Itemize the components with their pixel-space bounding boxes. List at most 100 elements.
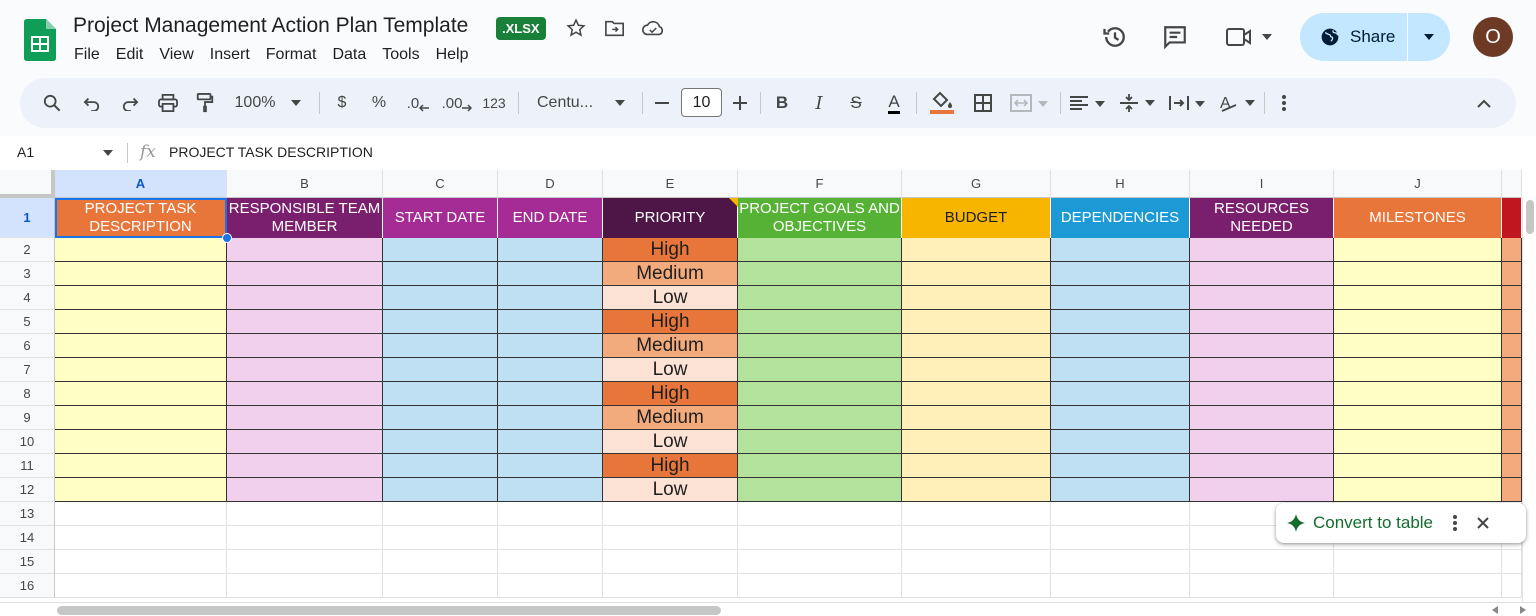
column-header[interactable]: J	[1334, 170, 1502, 198]
table-cell[interactable]	[55, 550, 227, 574]
table-cell[interactable]	[55, 310, 227, 334]
table-cell[interactable]	[1502, 382, 1522, 406]
priority-cell[interactable]: High	[603, 382, 738, 406]
column-header[interactable]: D	[498, 170, 603, 198]
table-cell[interactable]	[603, 550, 738, 574]
column-title-cell[interactable]: PROJECT GOALS AND OBJECTIVES	[738, 198, 902, 238]
table-cell[interactable]	[1190, 430, 1334, 454]
menu-edit[interactable]: Edit	[108, 44, 152, 66]
table-cell[interactable]	[738, 406, 902, 430]
table-cell[interactable]	[1051, 478, 1190, 502]
name-box[interactable]: A1	[17, 144, 34, 160]
select-all-corner[interactable]	[0, 170, 55, 198]
table-cell[interactable]	[1334, 334, 1502, 358]
priority-cell[interactable]: Medium	[603, 334, 738, 358]
table-cell[interactable]	[1334, 238, 1502, 262]
table-cell[interactable]	[55, 262, 227, 286]
text-rotation-icon[interactable]: A	[1216, 78, 1260, 128]
column-title-cell[interactable]: BUDGET	[902, 198, 1051, 238]
paint-format-icon[interactable]	[191, 78, 219, 128]
table-cell[interactable]	[383, 286, 498, 310]
table-cell[interactable]	[1051, 358, 1190, 382]
row-header[interactable]: 1	[0, 198, 55, 238]
table-cell[interactable]	[902, 382, 1051, 406]
priority-cell[interactable]: Medium	[603, 262, 738, 286]
table-cell[interactable]	[55, 382, 227, 406]
table-cell[interactable]	[1334, 574, 1502, 598]
table-cell[interactable]	[383, 382, 498, 406]
column-header[interactable]: A	[55, 170, 227, 198]
table-cell[interactable]	[902, 478, 1051, 502]
search-menus-icon[interactable]	[38, 78, 66, 128]
table-cell[interactable]	[1051, 310, 1190, 334]
row-header[interactable]: 10	[0, 430, 55, 454]
comments-icon[interactable]	[1160, 22, 1190, 52]
borders-icon[interactable]	[970, 78, 996, 128]
table-cell[interactable]	[1051, 550, 1190, 574]
column-header[interactable]: F	[738, 170, 902, 198]
meet-video-icon[interactable]	[1224, 22, 1254, 52]
column-title-cell[interactable]: MILESTONES	[1334, 198, 1502, 238]
priority-cell[interactable]: Low	[603, 286, 738, 310]
table-cell[interactable]	[383, 502, 498, 526]
table-cell[interactable]	[1334, 550, 1502, 574]
column-title-cell[interactable]: PRIORITY	[603, 198, 738, 238]
table-cell[interactable]	[383, 430, 498, 454]
move-folder-icon[interactable]	[602, 15, 628, 41]
table-cell[interactable]	[227, 262, 383, 286]
table-cell[interactable]	[1190, 238, 1334, 262]
table-cell[interactable]	[498, 358, 603, 382]
name-box-dropdown-icon[interactable]	[103, 150, 113, 156]
column-header[interactable]	[1502, 170, 1522, 198]
horizontal-scrollbar[interactable]	[0, 602, 1536, 616]
cloud-saved-icon[interactable]	[640, 15, 666, 41]
table-cell[interactable]	[498, 334, 603, 358]
redo-icon[interactable]	[116, 78, 144, 128]
table-cell[interactable]	[1502, 262, 1522, 286]
table-cell[interactable]	[1502, 238, 1522, 262]
table-cell[interactable]	[227, 454, 383, 478]
formula-input[interactable]: PROJECT TASK DESCRIPTION	[169, 144, 373, 160]
row-header[interactable]: 12	[0, 478, 55, 502]
priority-cell[interactable]: High	[603, 310, 738, 334]
horizontal-align-icon[interactable]	[1066, 78, 1110, 128]
table-cell[interactable]	[902, 454, 1051, 478]
table-cell[interactable]	[1190, 478, 1334, 502]
priority-cell[interactable]: Low	[603, 478, 738, 502]
row-header[interactable]: 15	[0, 550, 55, 574]
table-cell[interactable]	[1502, 358, 1522, 382]
table-cell[interactable]	[1190, 550, 1334, 574]
table-cell[interactable]	[498, 478, 603, 502]
table-cell[interactable]	[227, 238, 383, 262]
table-cell[interactable]	[498, 526, 603, 550]
menu-insert[interactable]: Insert	[202, 44, 258, 66]
row-header[interactable]: 16	[0, 574, 55, 598]
priority-cell[interactable]: Low	[603, 430, 738, 454]
table-cell[interactable]	[603, 526, 738, 550]
font-family-select[interactable]: Centu...	[532, 78, 598, 128]
table-cell[interactable]	[498, 262, 603, 286]
table-cell[interactable]	[1051, 262, 1190, 286]
table-cell[interactable]	[498, 454, 603, 478]
table-cell[interactable]	[1502, 574, 1522, 598]
table-cell[interactable]	[1051, 574, 1190, 598]
share-main[interactable]: Share	[1300, 13, 1408, 61]
column-header[interactable]: I	[1190, 170, 1334, 198]
share-button[interactable]: Share	[1300, 13, 1450, 61]
table-cell[interactable]	[1190, 286, 1334, 310]
table-cell[interactable]	[383, 478, 498, 502]
scroll-right-icon[interactable]	[1520, 606, 1526, 614]
table-cell[interactable]	[383, 310, 498, 334]
table-cell[interactable]	[603, 574, 738, 598]
row-header[interactable]: 7	[0, 358, 55, 382]
table-cell[interactable]	[738, 526, 902, 550]
table-cell[interactable]	[227, 286, 383, 310]
increase-decimal-button[interactable]: .00	[440, 78, 474, 128]
table-cell[interactable]	[498, 430, 603, 454]
decrease-decimal-button[interactable]: .0	[403, 78, 433, 128]
menu-tools[interactable]: Tools	[374, 44, 427, 66]
table-cell[interactable]	[498, 406, 603, 430]
table-cell[interactable]	[55, 286, 227, 310]
table-cell[interactable]	[227, 574, 383, 598]
table-cell[interactable]	[227, 502, 383, 526]
